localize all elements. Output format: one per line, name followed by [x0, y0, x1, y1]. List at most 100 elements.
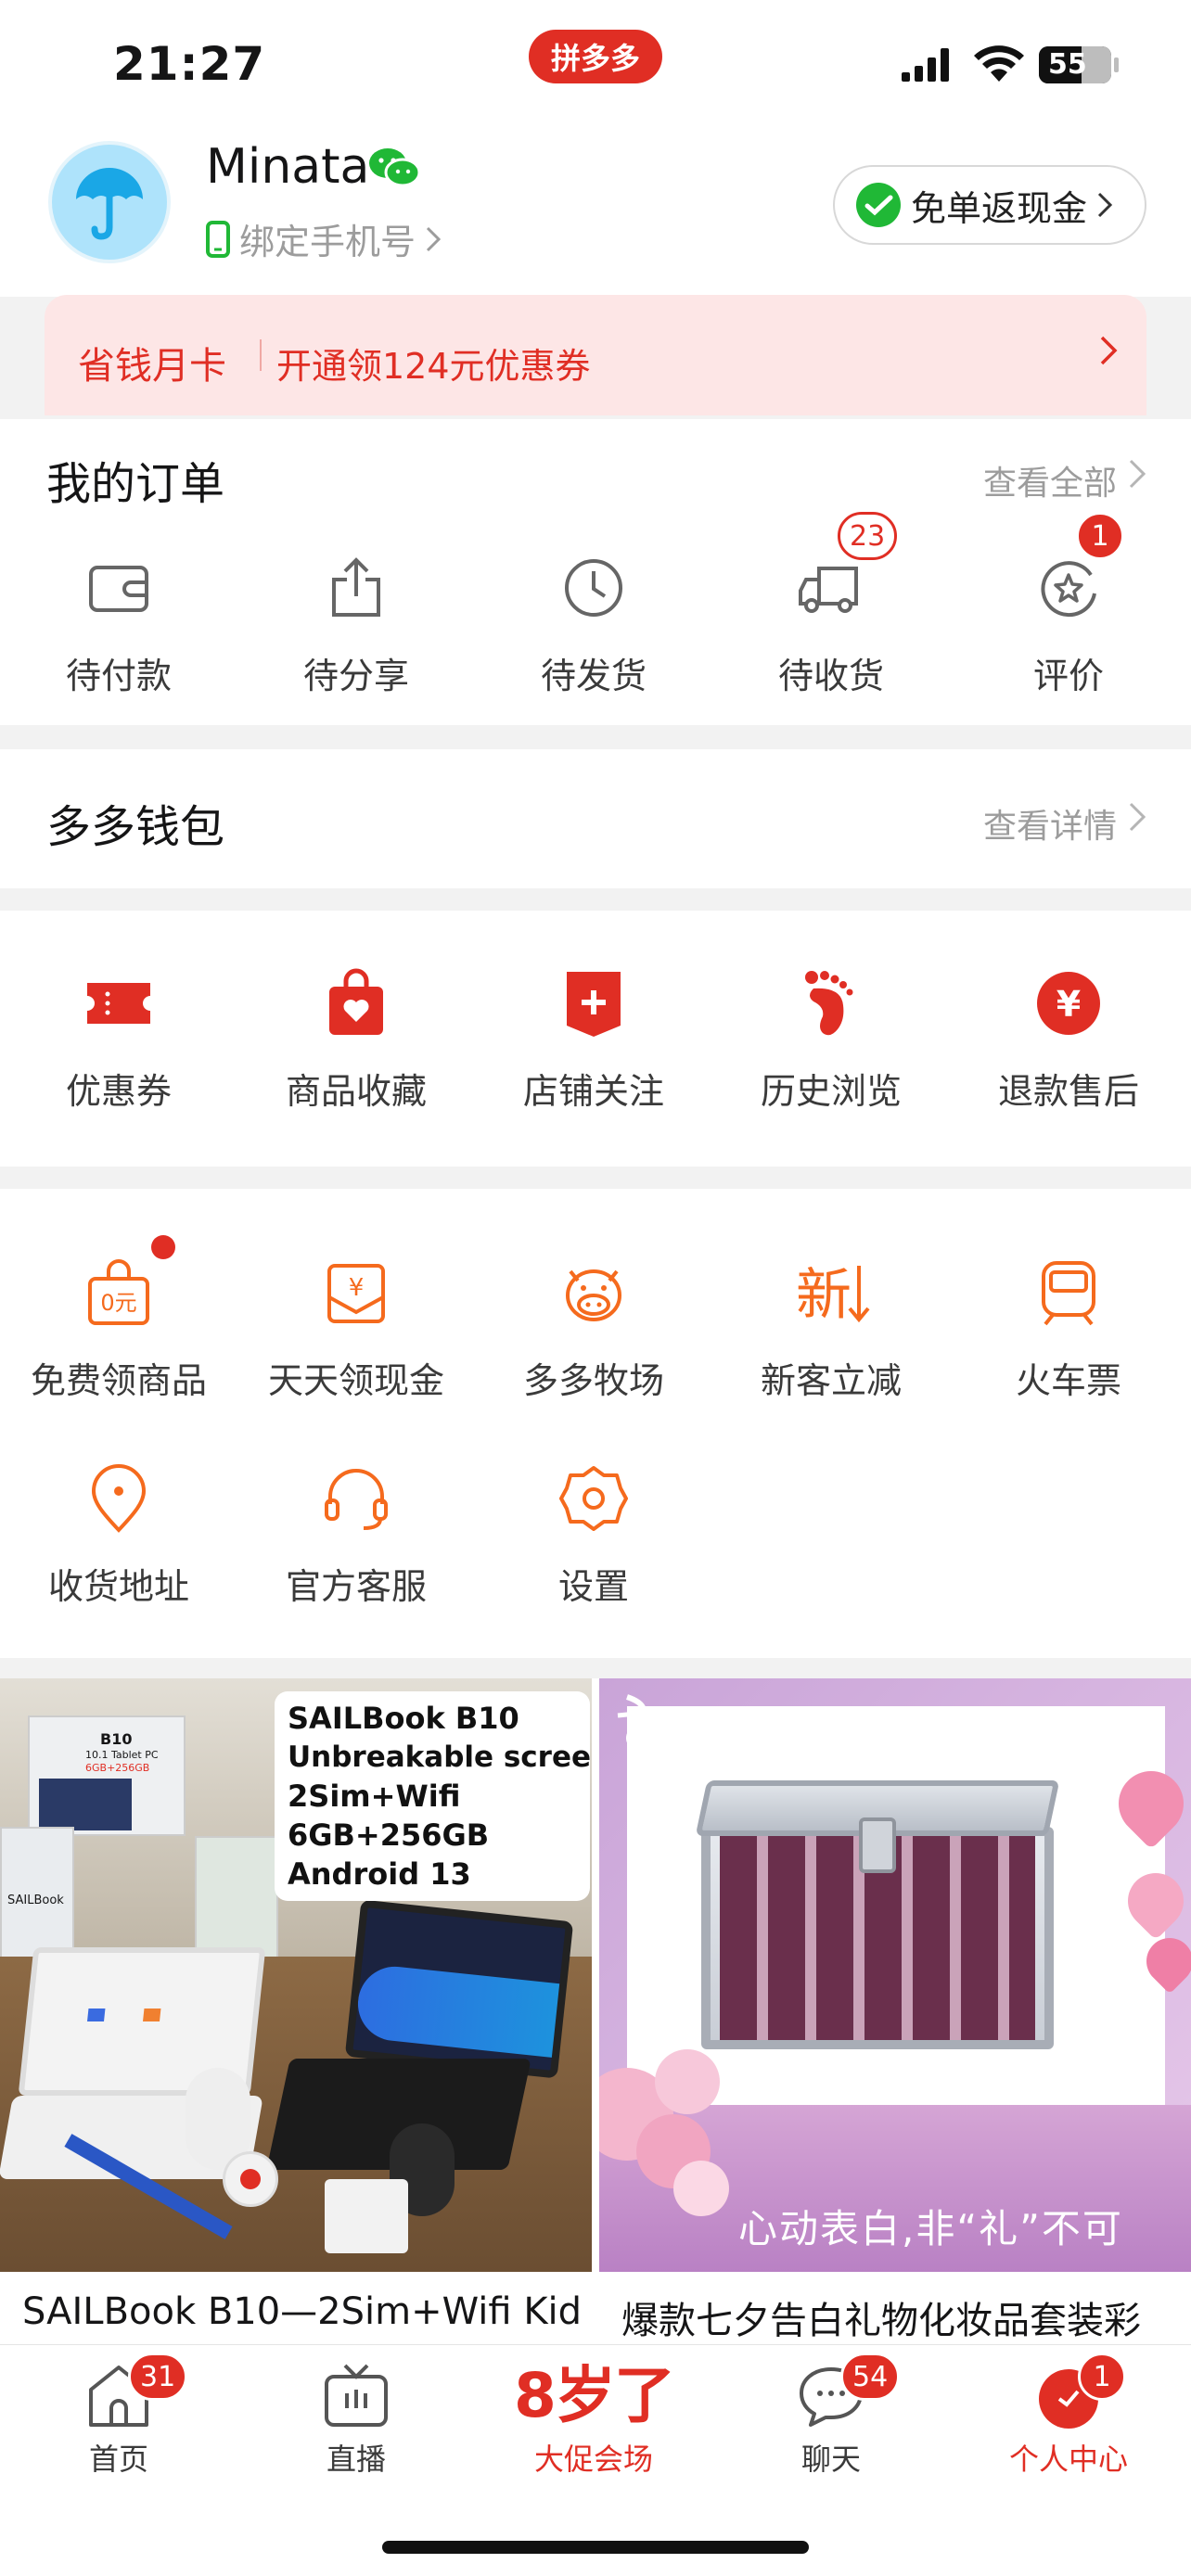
home-badge: 31 — [128, 2353, 188, 2401]
free-order-cashback-button[interactable]: 免单返现金 — [833, 165, 1146, 245]
tab-home[interactable]: 31 首页 — [0, 2353, 237, 2479]
store-follow-icon — [567, 972, 621, 1037]
wallet-section[interactable]: 多多钱包 查看详情 — [0, 749, 1191, 888]
tab-chat[interactable]: 54 聊天 — [712, 2353, 950, 2479]
brand-logo-icon — [617, 1694, 656, 1783]
battery-icon: 55 — [1039, 46, 1119, 83]
product-card[interactable]: 心动表白,非“礼”不可 爆款七夕告白礼物化妆品套装彩 — [599, 1678, 1191, 2346]
bind-phone-link[interactable]: 绑定手机号 — [206, 213, 442, 264]
service-label: 多多牧场 — [522, 1360, 664, 1401]
view-all-orders-link[interactable]: 查看全部 — [983, 456, 1117, 504]
truck-icon — [799, 567, 858, 613]
footprint-icon — [805, 971, 853, 1036]
service-label: 免费领商品 — [30, 1360, 207, 1401]
cashback-label: 免单返现金 — [911, 187, 1088, 229]
app-brand-badge: 拼多多 — [529, 30, 662, 83]
battery-level: 55 — [1048, 48, 1087, 81]
quick-label: 历史浏览 — [760, 1071, 902, 1112]
customer-service-link[interactable]: 官方客服 — [237, 1460, 475, 1609]
service-label: 收货地址 — [47, 1566, 189, 1607]
quick-label: 退款售后 — [997, 1071, 1139, 1112]
service-label: 官方客服 — [285, 1566, 427, 1607]
coupons-link[interactable]: 优惠券 — [0, 964, 237, 1114]
tab-promo[interactable]: 8岁了 大促会场 — [475, 2362, 712, 2479]
headset-icon — [325, 1469, 388, 1530]
wechat-icon[interactable] — [367, 147, 421, 189]
order-label: 待付款 — [65, 656, 172, 696]
spec-line: Android 13 — [288, 1856, 471, 1892]
tab-label: 大促会场 — [533, 2442, 653, 2477]
new-customer-discount-link[interactable]: 新 新客立减 — [712, 1254, 950, 1403]
quick-label: 店铺关注 — [522, 1071, 664, 1112]
review-count-badge: 1 — [1076, 512, 1124, 560]
monthly-savings-card-banner[interactable]: 省钱月卡 开通领124元优惠券 — [45, 295, 1146, 415]
chevron-right-icon — [1100, 336, 1118, 365]
refund-icon: ¥ — [1037, 972, 1100, 1035]
order-pending-payment[interactable]: 待付款 — [0, 549, 237, 698]
page: { "status_bar": {"time": "21:27", "batte… — [0, 0, 1191, 2576]
wallet-icon — [89, 566, 148, 612]
train-tickets-link[interactable]: 火车票 — [950, 1254, 1187, 1403]
order-pending-share[interactable]: 待分享 — [237, 549, 475, 698]
chevron-right-icon — [1129, 459, 1146, 489]
cash-envelope-text: ¥ — [349, 1274, 365, 1302]
tab-live[interactable]: 直播 — [237, 2362, 475, 2479]
free-bag-text: 0元 — [100, 1290, 136, 1316]
order-pending-receipt[interactable]: 23 待收货 — [712, 512, 950, 698]
profile-header: Minata 绑定手机号 免单返现金 — [0, 130, 1191, 297]
home-indicator[interactable] — [382, 2541, 809, 2554]
service-label: 设置 — [557, 1566, 629, 1607]
settings-link[interactable]: 设置 — [475, 1460, 712, 1609]
monthly-card-title: 省钱月卡 — [78, 345, 226, 388]
quick-label: 商品收藏 — [285, 1071, 427, 1112]
cellular-signal-icon — [902, 48, 949, 82]
view-wallet-details-link[interactable]: 查看详情 — [983, 799, 1117, 848]
train-icon — [1042, 1261, 1095, 1326]
tab-label: 首页 — [88, 2442, 148, 2477]
tab-label: 聊天 — [800, 2442, 861, 2477]
clock-icon — [565, 559, 622, 617]
product-title: 爆款七夕告白礼物化妆品套装彩 — [621, 2300, 1141, 2342]
tab-label: 个人中心 — [1008, 2442, 1128, 2477]
chat-badge: 54 — [840, 2353, 901, 2401]
order-pending-shipment[interactable]: 待发货 — [475, 549, 712, 698]
services-section: 0元 免费领商品 ¥ 天天领现金 多多牧场 新 新客立减 火车票 收货地址 官方… — [0, 1189, 1191, 1658]
free-goods-link[interactable]: 0元 免费领商品 — [0, 1235, 237, 1403]
followed-stores-link[interactable]: 店铺关注 — [475, 964, 712, 1114]
product-title: SAILBook B10—2Sim+Wifi Kid — [22, 2290, 583, 2333]
recommended-products: B10 10.1 Tablet PC 6GB+256GB SAILBook SAIL… — [0, 1678, 1191, 2346]
wallet-title: 多多钱包 — [46, 801, 225, 853]
refund-aftersale-link[interactable]: ¥ 退款售后 — [950, 964, 1187, 1114]
service-label: 新客立减 — [760, 1360, 902, 1401]
tab-profile[interactable]: 1 个人中心 — [950, 2353, 1187, 2479]
orders-title: 我的订单 — [46, 458, 225, 510]
browsing-history-link[interactable]: 历史浏览 — [712, 964, 950, 1114]
my-orders-section: 我的订单 查看全部 待付款 待分享 待发货 23 待收货 1 评价 — [0, 419, 1191, 725]
product-image: 心动表白,非“礼”不可 — [599, 1678, 1191, 2272]
shipping-address-link[interactable]: 收货地址 — [0, 1460, 237, 1609]
order-count-badge: 23 — [838, 512, 898, 560]
divider — [260, 339, 262, 371]
quick-label: 优惠券 — [65, 1071, 172, 1112]
spec-line: 6GB+256GB — [288, 1817, 490, 1853]
order-review[interactable]: 1 评价 — [950, 512, 1187, 698]
avatar[interactable] — [48, 141, 171, 263]
favorites-link[interactable]: 商品收藏 — [237, 964, 475, 1114]
username: Minata — [206, 139, 370, 195]
status-time: 21:27 — [113, 37, 266, 91]
phone-icon — [206, 220, 230, 258]
duoduo-farm-link[interactable]: 多多牧场 — [475, 1254, 712, 1403]
order-label: 评价 — [1032, 656, 1104, 696]
box-label: 10.1 Tablet PC — [85, 1749, 159, 1761]
wifi-icon — [974, 45, 1024, 82]
coupon-icon — [87, 983, 150, 1024]
chevron-right-icon — [1097, 192, 1113, 218]
new-customer-text: 新 — [796, 1263, 852, 1327]
bind-phone-label: 绑定手机号 — [239, 222, 416, 262]
product-image: B10 10.1 Tablet PC 6GB+256GB SAILBook SAIL… — [0, 1678, 592, 2272]
daily-cash-link[interactable]: ¥ 天天领现金 — [237, 1254, 475, 1403]
status-bar: 21:27 拼多多 55 — [0, 0, 1191, 130]
product-card[interactable]: B10 10.1 Tablet PC 6GB+256GB SAILBook SAIL… — [0, 1678, 592, 2346]
review-icon — [1041, 561, 1096, 618]
promo-icon: 8岁了 — [514, 2360, 675, 2431]
